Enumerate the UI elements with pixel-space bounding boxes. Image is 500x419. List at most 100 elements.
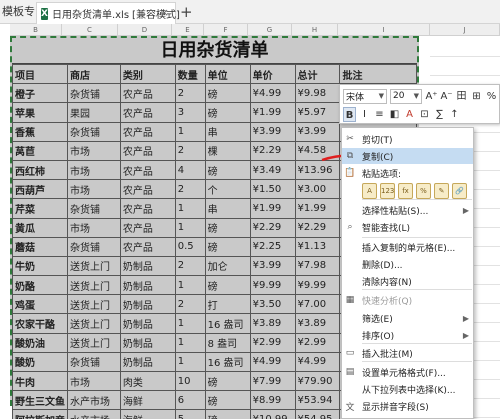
table-cell[interactable]: 奶制品 (119, 351, 176, 373)
paste-option-icon[interactable]: 🔗 (452, 183, 467, 199)
table-cell[interactable]: ¥3.89 (249, 313, 296, 334)
column-header[interactable]: B (10, 24, 62, 36)
table-cell[interactable]: 16 盎司 (204, 351, 251, 373)
table-cell[interactable]: ¥5.97 (294, 102, 341, 123)
table-cell[interactable]: 奶制品 (119, 313, 176, 334)
menu-item[interactable]: 从下拉列表中选择(K)... (342, 381, 473, 397)
table-cell[interactable]: 农产品 (119, 236, 176, 257)
table-cell[interactable]: 2 (174, 83, 206, 104)
column-header[interactable]: G (248, 24, 292, 36)
table-cell[interactable]: 农产品 (119, 140, 176, 161)
sheet-title[interactable]: 日用杂货清单 (12, 38, 417, 64)
menu-item[interactable]: ▤ 设置单元格格式(F)... (342, 364, 473, 380)
table-cell[interactable]: 串 (204, 198, 251, 219)
table-cell[interactable]: 市场 (67, 140, 121, 161)
table-cell[interactable]: 酸奶油 (12, 332, 68, 353)
bold-button[interactable]: B (343, 106, 356, 122)
table-cell[interactable]: 农产品 (119, 121, 176, 142)
table-cell[interactable]: 牛奶 (12, 255, 68, 277)
table-cell[interactable]: 2 (174, 179, 206, 200)
table-cell[interactable]: ¥54.95 (294, 409, 341, 419)
table-cell[interactable]: 1 (174, 217, 206, 238)
table-cell[interactable]: ¥4.99 (249, 351, 296, 373)
table-cell[interactable]: ¥7.98 (294, 255, 341, 277)
table-cell[interactable]: 阿拉斯加帝 (12, 409, 68, 419)
format-button[interactable]: ≡ (373, 107, 386, 122)
column-header[interactable]: E (172, 24, 204, 36)
table-cell[interactable]: 杂货铺 (67, 236, 121, 257)
table-cell[interactable]: 16 盎司 (204, 313, 251, 334)
table-cell[interactable]: ¥9.99 (249, 275, 296, 296)
format-button[interactable]: ⊞ (470, 89, 483, 104)
table-cell[interactable]: 串 (204, 121, 251, 142)
column-header[interactable]: F (204, 24, 248, 36)
table-cell[interactable]: 农产品 (119, 179, 176, 200)
table-cell[interactable]: 蘑菇 (12, 236, 68, 257)
table-cell[interactable]: ¥9.98 (294, 83, 341, 104)
column-title[interactable]: 单价 (249, 63, 296, 85)
menu-item[interactable]: 📋 粘贴选项: (342, 165, 473, 181)
table-cell[interactable]: ¥3.99 (249, 121, 296, 142)
table-cell[interactable]: 市场 (67, 217, 121, 238)
table-cell[interactable]: ¥1.99 (249, 102, 296, 123)
menu-item[interactable]: 筛选(E) ▶ (342, 310, 473, 326)
table-cell[interactable]: ¥7.99 (249, 370, 296, 392)
column-title[interactable]: 数量 (174, 63, 206, 85)
menu-item[interactable]: ▦ 快速分析(Q) (342, 292, 473, 308)
table-cell[interactable]: 西葫芦 (12, 179, 68, 200)
table-cell[interactable]: 市场 (67, 179, 121, 200)
font-size-select[interactable]: 20 ▼ (390, 88, 422, 104)
column-title[interactable]: 项目 (12, 63, 68, 85)
table-cell[interactable]: ¥3.99 (294, 121, 341, 142)
table-cell[interactable]: 杂货铺 (67, 121, 121, 142)
table-cell[interactable]: 水产市场 (67, 390, 121, 411)
paste-option-icon[interactable]: ✎ (434, 183, 449, 199)
table-cell[interactable]: 磅 (204, 370, 251, 392)
paste-option-icon[interactable]: A (362, 183, 377, 199)
table-cell[interactable]: 西红柿 (12, 159, 68, 181)
table-cell[interactable]: 送货上门 (67, 313, 121, 334)
font-name-select[interactable]: 宋体 ▼ (343, 88, 387, 104)
table-cell[interactable]: ¥3.50 (249, 294, 296, 315)
table-cell[interactable]: ¥1.99 (294, 198, 341, 219)
column-header[interactable]: J (430, 24, 500, 36)
table-cell[interactable]: ¥1.13 (294, 236, 341, 257)
format-button[interactable]: A⁺ (425, 89, 438, 104)
table-cell[interactable]: 1 (174, 198, 206, 219)
menu-item[interactable]: 选择性粘贴(S)... ▶ (342, 202, 473, 218)
table-cell[interactable]: 10 (174, 370, 206, 392)
format-button[interactable]: ◧ (388, 107, 401, 122)
table-cell[interactable]: 加仑 (204, 255, 251, 277)
table-cell[interactable]: 牛肉 (12, 370, 68, 392)
table-cell[interactable]: 奶酪 (12, 275, 68, 296)
table-cell[interactable]: 野生三文鱼 (12, 390, 68, 411)
table-cell[interactable]: 鸡蛋 (12, 294, 68, 315)
table-cell[interactable]: 农家干酪 (12, 313, 68, 334)
table-cell[interactable]: 农产品 (119, 102, 176, 123)
table-cell[interactable]: 磅 (204, 390, 251, 411)
table-cell[interactable]: 个 (204, 179, 251, 200)
table-cell[interactable]: 1 (174, 275, 206, 296)
table-cell[interactable]: 肉类 (119, 370, 176, 392)
table-cell[interactable]: 送货上门 (67, 275, 121, 296)
table-cell[interactable]: 市场 (67, 370, 121, 392)
table-cell[interactable]: 0.5 (174, 236, 206, 257)
table-cell[interactable]: 奶制品 (119, 294, 176, 315)
column-title[interactable]: 总计 (294, 63, 341, 85)
table-cell[interactable]: ¥53.94 (294, 390, 341, 411)
table-cell[interactable]: 杂货铺 (67, 198, 121, 219)
table-cell[interactable]: ¥4.99 (249, 83, 296, 104)
table-cell[interactable]: 2 (174, 294, 206, 315)
paste-option-icon[interactable]: fx (398, 183, 413, 199)
table-cell[interactable]: ¥1.99 (249, 198, 296, 219)
menu-item[interactable]: ⧉ 复制(C) (342, 148, 473, 164)
table-cell[interactable]: 磅 (204, 83, 251, 104)
paste-option-icon[interactable]: % (416, 183, 431, 199)
table-cell[interactable]: 2 (174, 140, 206, 161)
menu-item[interactable]: ✂ 剪切(T) (342, 131, 473, 147)
table-cell[interactable]: 8 盎司 (204, 332, 251, 353)
table-cell[interactable]: 4 (174, 159, 206, 181)
table-cell[interactable]: 1 (174, 121, 206, 142)
table-cell[interactable]: ¥3.00 (294, 179, 341, 200)
italic-button[interactable]: I (358, 107, 371, 122)
